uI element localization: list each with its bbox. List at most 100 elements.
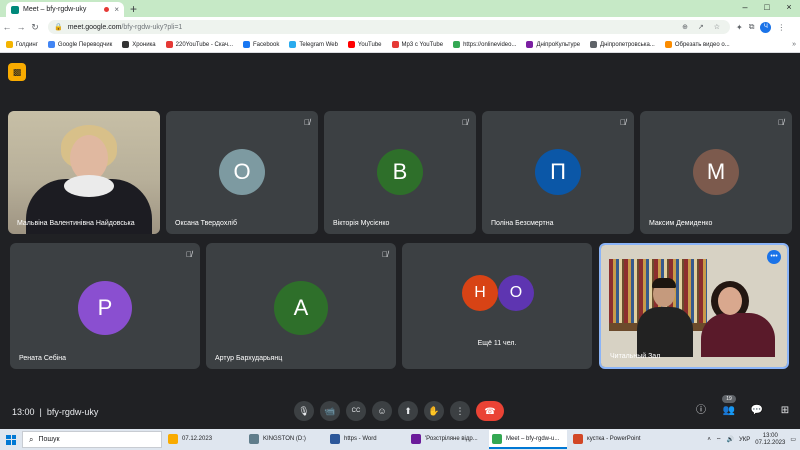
bookmark-item[interactable]: YouTube xyxy=(347,41,382,48)
profile-avatar[interactable]: Ч xyxy=(760,21,772,33)
bookmark-label: YouTube xyxy=(357,41,382,48)
chat-button[interactable]: 💬 xyxy=(750,404,764,418)
bookmark-label: Хроника xyxy=(132,41,156,48)
taskbar-app-label: https - Word xyxy=(344,435,377,442)
language-indicator[interactable]: УКР xyxy=(739,437,750,443)
bookmark-favicon-icon xyxy=(242,41,250,48)
notifications-icon[interactable]: ▭ xyxy=(790,436,796,443)
mic-button[interactable]: 🎙 xyxy=(294,401,314,421)
minimize-icon[interactable]: – xyxy=(734,0,756,17)
participant-tile[interactable]: 🎙̸ М Максим Демиденко xyxy=(640,111,792,234)
meet-main: ▩ Мальвіна Валентинівна Найдовська 🎙̸ О … xyxy=(0,53,800,429)
raise-hand-button[interactable]: ✋ xyxy=(424,401,444,421)
bookmark-item[interactable]: Голдинг xyxy=(6,41,38,48)
windows-logo-icon xyxy=(6,434,16,445)
taskbar-app[interactable]: кустка - PowerPoint xyxy=(570,430,648,449)
bookmark-item[interactable]: Хроника xyxy=(122,41,156,48)
address-bar-actions[interactable]: ⊕ ↗ ☆ xyxy=(682,23,724,31)
camera-button[interactable]: 📹 xyxy=(320,401,340,421)
mic-off-icon: 🎙̸ xyxy=(620,118,626,127)
participant-name: Максим Демиденко xyxy=(649,220,713,227)
participant-tile-video[interactable]: Мальвіна Валентинівна Найдовська xyxy=(8,111,160,234)
reload-icon[interactable]: ↻ xyxy=(28,22,42,33)
search-label: Пошук xyxy=(38,436,60,443)
bookmarks-overflow-icon[interactable]: » xyxy=(792,41,796,48)
captions-button[interactable]: CC xyxy=(346,401,366,421)
back-icon[interactable]: ← xyxy=(0,22,14,32)
taskbar-app-label: Meet – bfy-rgdw-u... xyxy=(506,435,560,442)
participant-tile-video[interactable]: ••• Читальный Зал xyxy=(599,243,789,369)
taskbar-app[interactable]: 07.12.2023 xyxy=(165,430,243,449)
tray-chevron-icon[interactable]: ˄ xyxy=(707,437,711,443)
separator: | xyxy=(39,407,42,417)
avatar: Р xyxy=(78,281,132,335)
windows-taskbar: ⌕ Пошук 07.12.2023 KINGSTON (D:) https - W… xyxy=(0,429,800,450)
end-call-button[interactable]: ☎ xyxy=(476,401,504,421)
window-controls: – □ × xyxy=(734,0,800,17)
others-tile[interactable]: Н О Ещё 11 чел. xyxy=(402,243,592,369)
taskbar-search[interactable]: ⌕ Пошук xyxy=(22,431,162,448)
emoji-button[interactable]: ☺ xyxy=(372,401,392,421)
bookmark-item[interactable]: 220YouTube - Скач... xyxy=(165,41,233,48)
taskbar-app[interactable]: KINGSTON (D:) xyxy=(246,430,324,449)
url-host: meet.google.com xyxy=(67,23,122,31)
bookmark-item[interactable]: Дніпропетровська... xyxy=(590,41,655,48)
taskbar-app[interactable]: 'Розстріляне відр... xyxy=(408,430,486,449)
tab-close-icon[interactable]: × xyxy=(114,5,119,14)
participant-tile[interactable]: 🎙̸ А Артур Бархударьянц xyxy=(206,243,396,369)
network-icon[interactable]: ⌔ xyxy=(716,436,722,444)
tab-title: Meet – bfy-rgdw-uky xyxy=(23,6,87,13)
bookmark-favicon-icon xyxy=(6,41,13,48)
tray-clock[interactable]: 13:00 07.12.2023 xyxy=(755,433,785,447)
start-button[interactable] xyxy=(0,434,22,445)
participant-tile[interactable]: 🎙̸ О Оксана Твердохліб xyxy=(166,111,318,234)
close-window-icon[interactable]: × xyxy=(778,0,800,17)
bookmark-item[interactable]: Google Переводчик xyxy=(47,41,113,48)
participant-tile[interactable]: 🎙̸ П Поліна Безсмертна xyxy=(482,111,634,234)
bookmark-item[interactable]: Facebook xyxy=(242,41,279,48)
mic-off-icon: 🎙̸ xyxy=(778,118,784,127)
more-options-icon[interactable]: ••• xyxy=(767,250,781,264)
bookmark-favicon-icon xyxy=(122,41,130,48)
camera-off-indicator-icon[interactable]: ▩ xyxy=(8,63,26,81)
more-options-button[interactable]: ⋮ xyxy=(450,401,470,421)
meet-favicon-icon xyxy=(11,5,19,14)
app-icon xyxy=(573,433,583,444)
activities-button[interactable]: ⊞ xyxy=(778,404,792,418)
meeting-info-button[interactable]: ⓘ xyxy=(694,404,708,418)
extensions-icon[interactable]: ✦ xyxy=(736,23,743,32)
maximize-icon[interactable]: □ xyxy=(756,0,778,17)
people-button[interactable]: 19 👥 xyxy=(722,395,736,418)
avatar: О xyxy=(219,149,265,195)
avatar: О xyxy=(498,275,534,311)
taskbar-app-label: кустка - PowerPoint xyxy=(587,435,641,442)
bookmark-favicon-icon xyxy=(453,41,461,48)
bookmark-item[interactable]: Telegram Web xyxy=(289,41,338,48)
forward-icon[interactable]: → xyxy=(14,22,28,32)
bookmark-item[interactable]: Обрезать видео о... xyxy=(664,41,730,48)
taskbar-app[interactable]: Meet – bfy-rgdw-u... xyxy=(489,430,567,449)
bookmark-favicon-icon xyxy=(526,41,534,48)
participant-tile[interactable]: 🎙̸ Р Рената Себіна xyxy=(10,243,200,369)
browser-tab-meet[interactable]: Meet – bfy-rgdw-uky × xyxy=(6,2,124,17)
participant-name: Читальный Зал xyxy=(610,353,661,360)
bookmarks-bar: Голдинг Google Переводчик Хроника 220YouTub… xyxy=(0,37,800,53)
bookmark-item[interactable]: Mp3 с YouTube xyxy=(391,41,443,48)
bookmark-favicon-icon xyxy=(289,41,297,48)
taskbar-app[interactable]: https - Word xyxy=(327,430,405,449)
lock-icon[interactable]: 🔒 xyxy=(54,23,63,31)
bookmark-item[interactable]: https://onlinevideo... xyxy=(453,41,516,48)
volume-icon[interactable]: 🔊 xyxy=(727,436,734,443)
bookmark-favicon-icon xyxy=(347,41,355,48)
bookmark-label: Google Переводчик xyxy=(57,41,113,48)
recording-dot-icon xyxy=(104,7,110,12)
clock-date: 07.12.2023 xyxy=(755,439,786,446)
new-tab-button[interactable]: + xyxy=(130,2,137,17)
taskbar-app-label: 'Розстріляне відр... xyxy=(425,435,478,442)
browser-menu-icon[interactable]: ⋮ xyxy=(777,23,785,32)
bookmark-item[interactable]: ДніпроКультуре xyxy=(526,41,580,48)
present-button[interactable]: ⬆ xyxy=(398,401,418,421)
address-bar[interactable]: 🔒 meet.google.com /bfy-rgdw-uky?pli=1 ⊕ … xyxy=(48,20,730,34)
puzzle-icon[interactable]: ⧉ xyxy=(749,22,755,32)
participant-tile[interactable]: 🎙̸ В Вікторія Мусієнко xyxy=(324,111,476,234)
